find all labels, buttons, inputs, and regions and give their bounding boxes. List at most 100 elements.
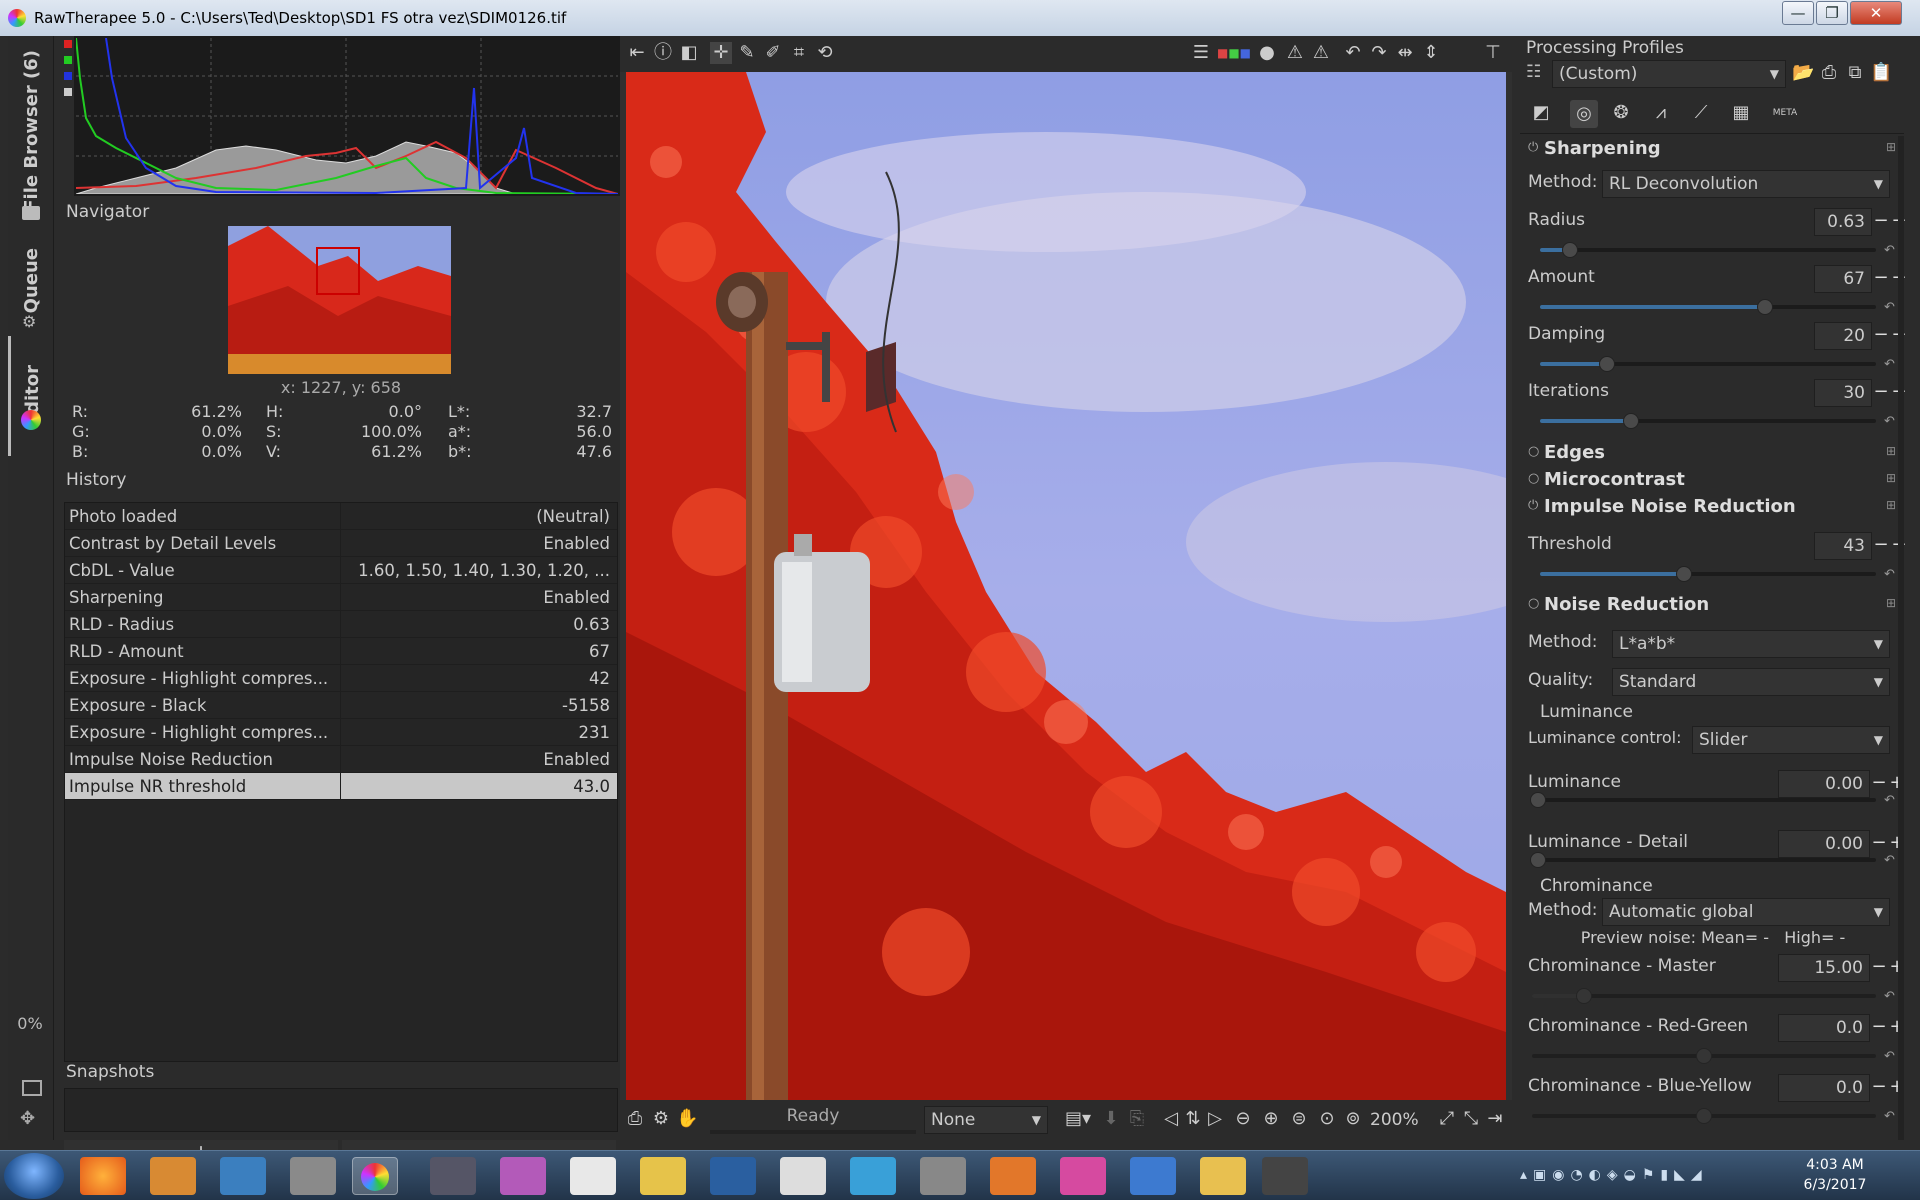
history-row[interactable]: RLD - Amount 67 xyxy=(65,638,617,665)
chroma-rg-value[interactable]: 0.0 xyxy=(1778,1014,1870,1042)
chroma-master-slider-knob[interactable] xyxy=(1575,988,1592,1004)
history-row[interactable]: Contrast by Detail Levels Enabled xyxy=(65,530,617,557)
system-tray-icons[interactable]: ▴▣◉◔◐◈◒⚑▮◣◢ xyxy=(1520,1167,1740,1185)
rotate-left-icon[interactable]: ↶ xyxy=(1342,42,1364,64)
new-window-icon[interactable]: ⤢ xyxy=(1436,1108,1458,1130)
tab-meta-icon[interactable]: META xyxy=(1770,102,1800,124)
exiftool-gui-icon[interactable] xyxy=(710,1157,756,1195)
histogram-controls[interactable] xyxy=(62,36,74,196)
zoom-fit-crop-icon[interactable]: ⊚ xyxy=(1342,1108,1364,1130)
worker-app-icon[interactable] xyxy=(1130,1157,1176,1195)
open-editor-icon[interactable]: ⎘ xyxy=(1126,1108,1148,1130)
close-button[interactable]: ✕ xyxy=(1850,1,1902,25)
batch-icon[interactable]: ✋ xyxy=(676,1108,698,1130)
zoom-fit-icon[interactable]: ⊙ xyxy=(1316,1108,1338,1130)
profile-select[interactable]: (Custom) ▼ xyxy=(1552,60,1786,88)
history-row[interactable]: Photo loaded (Neutral) xyxy=(65,503,617,530)
chroma-master-minus[interactable]: − xyxy=(1870,954,1888,982)
pin-icon[interactable]: ⊞ xyxy=(1886,140,1896,154)
damping-slider-knob[interactable] xyxy=(1599,356,1616,372)
chroma-method-select[interactable]: Automatic global ▼ xyxy=(1602,898,1890,926)
queue-add-icon[interactable]: ⎙ xyxy=(624,1108,646,1130)
threshold-slider-knob[interactable] xyxy=(1676,566,1693,582)
send-to-editor-icon[interactable]: ⚙ xyxy=(650,1108,672,1130)
fullscreen-icon[interactable]: ✥ xyxy=(20,1108,35,1129)
vlc-icon[interactable] xyxy=(990,1157,1036,1195)
maximize-button[interactable]: ❐ xyxy=(1816,1,1848,25)
ruler-app-icon[interactable] xyxy=(640,1157,686,1195)
pin-icon[interactable]: ⊞ xyxy=(1886,596,1896,610)
rotate-right-icon[interactable]: ↷ xyxy=(1368,42,1390,64)
radius-minus[interactable]: − xyxy=(1872,208,1890,236)
amount-minus[interactable]: − xyxy=(1872,265,1890,293)
picsart-icon[interactable] xyxy=(1060,1157,1106,1195)
sharpening-method-select[interactable]: RL Deconvolution ▼ xyxy=(1602,170,1890,198)
power-icon[interactable]: ○ xyxy=(1528,444,1539,459)
straighten-icon[interactable]: ⟲ xyxy=(814,42,836,64)
reset-icon[interactable]: ↶ xyxy=(1884,1049,1895,1064)
radius-slider[interactable] xyxy=(1540,242,1876,258)
inkscape-icon[interactable] xyxy=(500,1157,546,1195)
edges-section-header[interactable]: ○ Edges ⊞ xyxy=(1526,442,1900,468)
tab-file-browser[interactable]: File Browser (6) xyxy=(8,46,54,216)
tab-raw-icon[interactable]: ▦ xyxy=(1730,102,1752,124)
reset-icon[interactable]: ↶ xyxy=(1884,243,1895,258)
hide-left-panel-icon[interactable]: ⇤ xyxy=(626,42,648,64)
save-profile-icon[interactable]: ⎙ xyxy=(1818,62,1840,84)
profile-list-icon[interactable]: ☷ xyxy=(1526,62,1541,82)
impulse-nr-section-header[interactable]: ⏻ Impulse Noise Reduction ⊞ xyxy=(1526,496,1900,522)
radius-value[interactable]: 0.63 xyxy=(1814,208,1872,236)
app-refresh-icon[interactable] xyxy=(220,1157,266,1195)
shadow-clip-warning-icon[interactable]: ⚠ xyxy=(1284,42,1306,64)
power-icon[interactable]: ○ xyxy=(1528,596,1539,611)
chroma-by-minus[interactable]: − xyxy=(1870,1074,1888,1102)
luminance-slider[interactable] xyxy=(1530,792,1876,808)
hide-right-panel-icon[interactable]: ⇥ xyxy=(1484,1108,1506,1130)
lum-detail-value[interactable]: 0.00 xyxy=(1778,830,1870,858)
panel-toggle-icon[interactable] xyxy=(22,1080,42,1096)
blue-channel-toggle[interactable] xyxy=(64,72,72,80)
flip-vertical-icon[interactable]: ⇕ xyxy=(1420,42,1442,64)
lum-detail-slider-knob[interactable] xyxy=(1530,852,1546,868)
green-channel-toggle[interactable] xyxy=(64,56,72,64)
app-circle-icon[interactable] xyxy=(920,1157,966,1195)
iterations-slider[interactable] xyxy=(1540,413,1876,429)
info-icon[interactable]: ⓘ xyxy=(652,42,674,64)
power-icon[interactable]: ○ xyxy=(1528,471,1539,486)
iterations-value[interactable]: 30 xyxy=(1814,379,1872,407)
nr-method-select[interactable]: L*a*b* ▼ xyxy=(1612,630,1890,658)
file-explorer-icon[interactable] xyxy=(1200,1157,1246,1195)
fullscreen-toggle-icon[interactable]: ⤡ xyxy=(1460,1108,1482,1130)
sync-icon[interactable]: ⇅ xyxy=(1182,1108,1204,1130)
clock[interactable]: 4:03 AM 6/3/2017 xyxy=(1780,1155,1890,1195)
right-panel-scrollbar[interactable] xyxy=(1898,136,1904,1140)
rawtherapee-taskbar-icon[interactable] xyxy=(352,1157,398,1195)
history-row[interactable]: Sharpening Enabled xyxy=(65,584,617,611)
history-row-selected[interactable]: Impulse NR threshold 43.0 xyxy=(65,773,617,800)
reset-icon[interactable]: ↶ xyxy=(1884,1109,1895,1124)
sharpening-section-header[interactable]: ⏻ Sharpening ⊞ xyxy=(1526,138,1900,164)
white-balance-picker-icon[interactable]: ✎ xyxy=(736,42,758,64)
history-row[interactable]: Exposure - Black -5158 xyxy=(65,692,617,719)
red-channel-toggle[interactable] xyxy=(64,40,72,48)
tab-advanced-icon[interactable]: ⩘ xyxy=(1650,102,1672,124)
history-row[interactable]: Exposure - Highlight compres... 231 xyxy=(65,719,617,746)
damping-minus[interactable]: − xyxy=(1872,322,1890,350)
color-picker-icon[interactable]: ✐ xyxy=(762,42,784,64)
reset-icon[interactable]: ↶ xyxy=(1884,357,1895,372)
iterations-minus[interactable]: − xyxy=(1872,379,1890,407)
reset-icon[interactable]: ↶ xyxy=(1884,853,1895,868)
camera-lens-icon[interactable] xyxy=(1262,1157,1308,1195)
tab-color-icon[interactable]: ❂ xyxy=(1610,102,1632,124)
power-icon[interactable]: ⏻ xyxy=(1528,498,1538,513)
history-row[interactable]: CbDL - Value 1.60, 1.50, 1.40, 1.30, 1.20… xyxy=(65,557,617,584)
luminance-value[interactable]: 0.00 xyxy=(1778,770,1870,798)
channel-buttons-icon[interactable]: ■■■ xyxy=(1216,42,1252,64)
zoom-100-icon[interactable]: ⊜ xyxy=(1288,1108,1310,1130)
copy-profile-icon[interactable]: ⧉ xyxy=(1844,62,1866,84)
before-after-icon[interactable]: ◧ xyxy=(678,42,700,64)
tab-editor[interactable]: Editor xyxy=(8,336,54,456)
reset-icon[interactable]: ↶ xyxy=(1884,300,1895,315)
amount-slider[interactable] xyxy=(1540,299,1876,315)
iterations-slider-knob[interactable] xyxy=(1622,413,1639,429)
